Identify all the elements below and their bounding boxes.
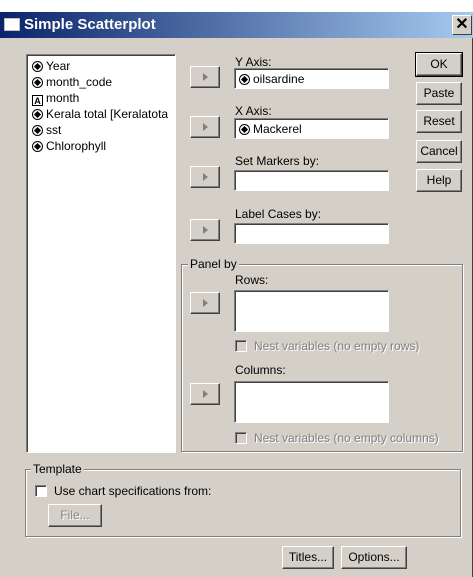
- list-item[interactable]: month_code: [32, 75, 112, 91]
- scale-variable-icon: [239, 74, 250, 85]
- options-button[interactable]: Options...: [341, 546, 407, 569]
- list-item-label: month_code: [46, 75, 113, 89]
- scale-variable-icon: [32, 125, 43, 136]
- list-item-label: Chlorophyll: [46, 139, 107, 153]
- y-axis-label: Y Axis:: [235, 55, 272, 69]
- nest-columns-checkbox[interactable]: [235, 432, 247, 444]
- rows-move-button[interactable]: [190, 292, 220, 314]
- y-axis-field[interactable]: oilsardine: [234, 68, 389, 89]
- x-axis-move-button[interactable]: [190, 116, 220, 138]
- panel-by-title: Panel by: [188, 257, 239, 271]
- ok-button[interactable]: OK: [415, 52, 463, 77]
- columns-label: Columns:: [235, 363, 286, 377]
- window-title: Simple Scatterplot: [24, 16, 156, 33]
- paste-button[interactable]: Paste: [416, 82, 462, 105]
- list-item[interactable]: sst: [32, 123, 61, 139]
- y-axis-move-button[interactable]: [190, 66, 220, 88]
- string-variable-icon: A: [32, 95, 43, 106]
- template-title: Template: [31, 462, 84, 476]
- nest-rows-checkbox[interactable]: [235, 340, 247, 352]
- window-icon: [4, 18, 20, 31]
- label-cases-label: Label Cases by:: [235, 207, 322, 221]
- help-button[interactable]: Help: [416, 169, 462, 192]
- scale-variable-icon: [32, 141, 43, 152]
- nest-columns-label: Nest variables (no empty columns): [254, 431, 439, 445]
- reset-button[interactable]: Reset: [416, 110, 462, 133]
- background-strip: [0, 0, 473, 12]
- set-markers-label: Set Markers by:: [235, 154, 320, 168]
- columns-field[interactable]: [234, 381, 389, 423]
- x-axis-value: Mackerel: [253, 122, 302, 136]
- label-cases-move-button[interactable]: [190, 219, 220, 241]
- list-item[interactable]: Year: [32, 59, 70, 75]
- scale-variable-icon: [32, 61, 43, 72]
- y-axis-value: oilsardine: [253, 72, 305, 86]
- use-chart-spec-checkbox[interactable]: [35, 485, 47, 497]
- title-bar[interactable]: Simple Scatterplot ✕: [0, 12, 473, 38]
- label-cases-field[interactable]: [234, 223, 389, 244]
- list-item-label: Kerala total [Keralatota: [46, 107, 169, 121]
- list-item-label: Year: [46, 59, 71, 73]
- scale-variable-icon: [239, 124, 250, 135]
- list-item[interactable]: Amonth: [32, 91, 79, 107]
- scale-variable-icon: [32, 77, 43, 88]
- set-markers-field[interactable]: [234, 170, 389, 191]
- y-axis-variable[interactable]: oilsardine: [239, 72, 304, 86]
- nest-rows-label: Nest variables (no empty rows): [254, 339, 420, 353]
- variable-list[interactable]: Year month_code Amonth Kerala total [Ker…: [26, 54, 176, 453]
- close-button[interactable]: ✕: [452, 15, 472, 35]
- list-item[interactable]: Kerala total [Keralatota: [32, 107, 168, 123]
- x-axis-label: X Axis:: [235, 104, 272, 118]
- set-markers-move-button[interactable]: [190, 166, 220, 188]
- titles-button[interactable]: Titles...: [282, 546, 334, 569]
- list-item-label: month: [46, 91, 80, 105]
- cancel-button[interactable]: Cancel: [416, 140, 462, 163]
- use-chart-spec-label: Use chart specifications from:: [54, 484, 212, 498]
- x-axis-variable[interactable]: Mackerel: [239, 122, 302, 136]
- list-item[interactable]: Chlorophyll: [32, 139, 106, 155]
- scale-variable-icon: [32, 109, 43, 120]
- columns-move-button[interactable]: [190, 383, 220, 405]
- x-axis-field[interactable]: Mackerel: [234, 118, 389, 139]
- list-item-label: sst: [46, 123, 62, 137]
- rows-label: Rows:: [235, 273, 269, 287]
- file-button[interactable]: File...: [48, 504, 102, 527]
- rows-field[interactable]: [234, 290, 389, 332]
